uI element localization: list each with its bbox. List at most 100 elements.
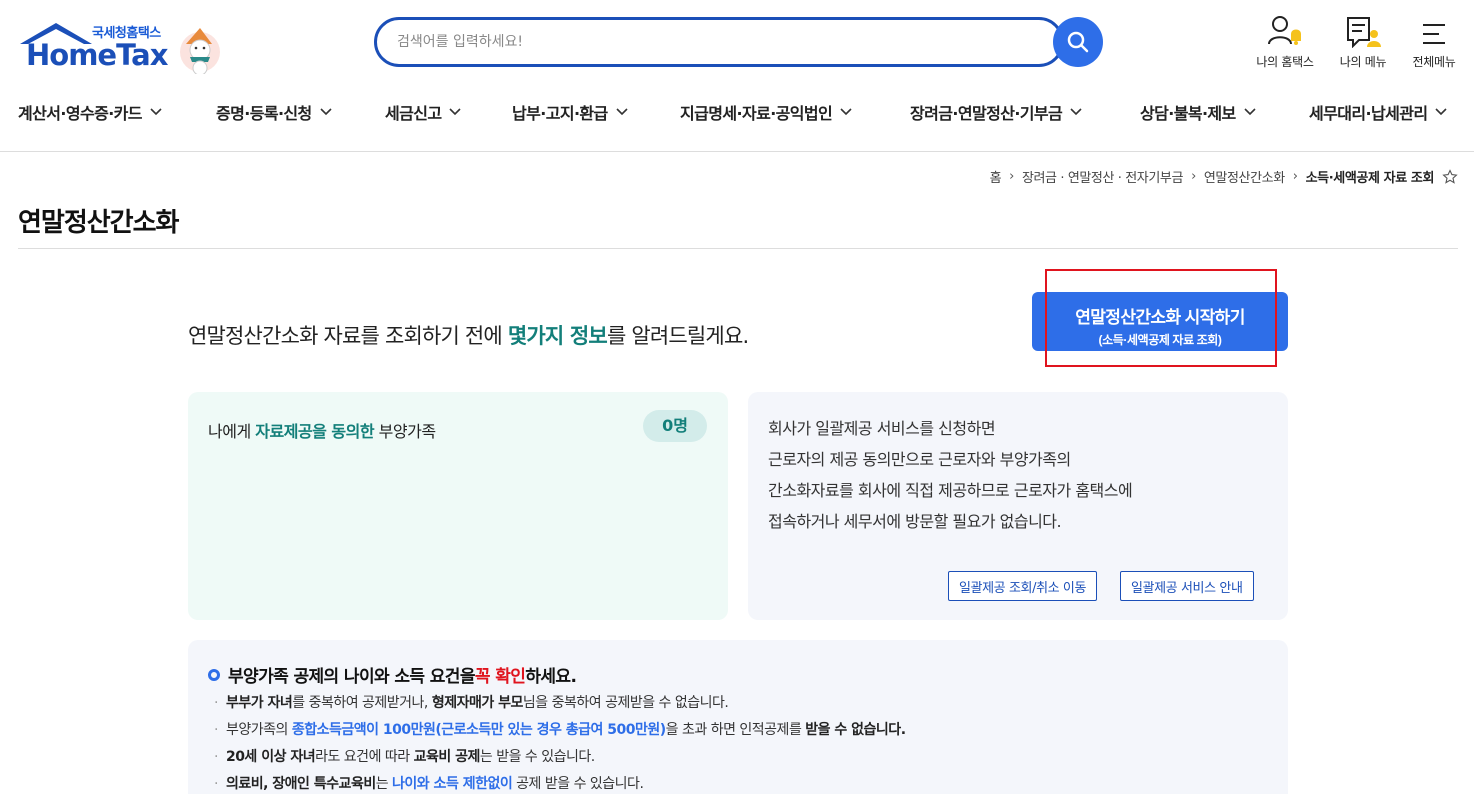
intro-text: 연말정산간소화 자료를 조회하기 전에 몇가지 정보를 알려드릴게요. xyxy=(188,320,749,350)
notice-list: 부부가 자녀를 중복하여 공제받거나, 형제자매가 부모님을 중복하여 공제받을… xyxy=(214,694,906,794)
star-icon[interactable] xyxy=(1442,168,1458,185)
notice-segment: 교육비 공제 xyxy=(413,749,481,765)
consent-family-card: 나에게 자료제공을 동의한 부양가족 0명 xyxy=(188,392,728,620)
notice-title-post: 하세요. xyxy=(525,667,577,687)
my-menu-link[interactable]: 나의 메뉴 xyxy=(1323,14,1403,70)
bulk-query-cancel-button[interactable]: 일괄제공 조회/취소 이동 xyxy=(948,571,1098,601)
gnb-label: 계산서·영수증·카드 xyxy=(18,104,143,123)
notice-segment: 는 받을 수 있습니다. xyxy=(479,749,595,765)
notice-list-item: 20세 이상 자녀라도 요건에 따라 교육비 공제는 받을 수 있습니다. xyxy=(214,748,906,775)
breadcrumb-year-end[interactable]: 장려금 · 연말정산 · 전자기부금 xyxy=(1022,167,1184,186)
breadcrumb: 홈 › 장려금 · 연말정산 · 전자기부금 › 연말정산간소화 › 소득·세액… xyxy=(990,167,1458,186)
start-button-title: 연말정산간소화 시작하기 xyxy=(1075,308,1245,327)
hometax-logo[interactable]: 국세청홈택스 HomeTax xyxy=(16,18,226,76)
search-button[interactable] xyxy=(1053,17,1103,67)
search-icon xyxy=(1067,31,1089,53)
all-menu-link[interactable]: 전체메뉴 xyxy=(1394,14,1474,70)
title-divider xyxy=(18,248,1458,249)
chevron-down-icon xyxy=(840,108,852,116)
notice-segment: 종합소득금액이 100만원(근로소득만 있는 경우 총급여 500만원) xyxy=(291,722,666,738)
consent-post: 부양가족 xyxy=(374,422,436,441)
consent-highlight: 자료제공을 동의한 xyxy=(255,422,375,441)
gnb-item-agent[interactable]: 세무대리·납세관리 xyxy=(1309,100,1448,124)
breadcrumb-separator-icon: › xyxy=(1191,169,1196,184)
notice-segment: 받을 수 없습니다. xyxy=(805,722,906,738)
gnb-item-year-end[interactable]: 장려금·연말정산·기부금 xyxy=(910,100,1082,124)
notice-list-item: 부양가족의 종합소득금액이 100만원(근로소득만 있는 경우 총급여 500만… xyxy=(214,721,906,748)
notice-segment: 나이와 소득 제한없이 xyxy=(392,776,513,792)
logo-wordmark: HomeTax xyxy=(26,38,168,72)
notice-segment: 라도 요건에 따라 xyxy=(315,749,414,765)
gnb-item-invoice[interactable]: 계산서·영수증·카드 xyxy=(18,100,162,124)
gnb-item-tax-report[interactable]: 세금신고 xyxy=(385,100,462,124)
notice-segment: 의료비, 장애인 특수교육비 xyxy=(225,776,376,792)
notice-list-item: 부부가 자녀를 중복하여 공제받거나, 형제자매가 부모님을 중복하여 공제받을… xyxy=(214,694,906,721)
consent-pre: 나에게 xyxy=(208,422,256,441)
start-simplified-button[interactable]: 연말정산간소화 시작하기 (소득·세액공제 자료 조회) xyxy=(1032,292,1288,351)
breadcrumb-separator-icon: › xyxy=(1009,169,1014,184)
consent-family-text: 나에게 자료제공을 동의한 부양가족 xyxy=(208,418,436,442)
notice-segment: 부부가 자녀 xyxy=(225,695,293,711)
notice-title-emphasis: 꼭 확인 xyxy=(474,667,526,687)
notice-segment: 부양가족의 xyxy=(225,722,292,738)
my-hometax-label: 나의 홈택스 xyxy=(1256,55,1314,69)
bulk-provision-description: 회사가 일괄제공 서비스를 신청하면 근로자의 제공 동의만으로 근로자와 부양… xyxy=(768,413,1133,537)
bulk-provision-card: 회사가 일괄제공 서비스를 신청하면 근로자의 제공 동의만으로 근로자와 부양… xyxy=(748,392,1288,620)
page-title: 연말정산간소화 xyxy=(18,208,179,238)
doc-user-icon xyxy=(1347,17,1381,48)
gnb-item-consult[interactable]: 상담·불복·제보 xyxy=(1140,100,1256,124)
circle-bullet-icon xyxy=(208,668,220,681)
bulk-service-guide-button[interactable]: 일괄제공 서비스 안내 xyxy=(1120,571,1254,601)
gnb-label: 납부·고지·환급 xyxy=(512,104,608,123)
start-button-subtitle: (소득·세액공제 자료 조회) xyxy=(1098,333,1222,347)
my-menu-label: 나의 메뉴 xyxy=(1339,55,1387,69)
intro-highlight: 몇가지 정보 xyxy=(507,324,608,348)
bulk-desc-line: 회사가 일괄제공 서비스를 신청하면 xyxy=(768,419,996,438)
intro-post: 를 알려드릴게요. xyxy=(606,324,749,348)
global-nav: 계산서·영수증·카드 증명·등록·신청 세금신고 납부·고지·환급 지급명세·자… xyxy=(0,90,1474,152)
user-bell-icon xyxy=(1268,16,1301,45)
consent-count-badge[interactable]: 0명 xyxy=(643,410,707,442)
notice-segment: 공제 받을 수 있습니다. xyxy=(512,776,644,792)
gnb-item-certificate[interactable]: 증명·등록·신청 xyxy=(216,100,332,124)
breadcrumb-current: 소득·세액공제 자료 조회 xyxy=(1305,171,1435,186)
notice-title-pre: 부양가족 공제의 나이와 소득 요건을 xyxy=(228,667,475,687)
notice-segment: 20세 이상 자녀 xyxy=(225,749,316,765)
notice-segment: 을 초과 하면 인적공제를 xyxy=(665,722,806,738)
gnb-label: 상담·불복·제보 xyxy=(1140,104,1236,123)
snowman-mascot-icon xyxy=(180,28,220,74)
notice-segment: 형제자매가 부모 xyxy=(431,695,524,711)
bulk-desc-line: 간소화자료를 회사에 직접 제공하므로 근로자가 홈택스에 xyxy=(768,481,1133,500)
notice-segment: 를 중복하여 공제받거나, xyxy=(292,695,432,711)
breadcrumb-simplified[interactable]: 연말정산간소화 xyxy=(1204,167,1285,186)
chevron-down-icon xyxy=(150,108,162,116)
search-box xyxy=(374,17,1064,67)
notice-segment: 는 xyxy=(375,776,393,792)
chevron-down-icon xyxy=(1435,108,1448,116)
bulk-desc-line: 접속하거나 세무서에 방문할 필요가 없습니다. xyxy=(768,512,1062,531)
notice-segment: 님을 중복하여 공제받을 수 없습니다. xyxy=(522,695,729,711)
my-hometax-link[interactable]: 나의 홈택스 xyxy=(1245,14,1325,70)
search-input[interactable] xyxy=(397,30,1037,54)
chevron-down-icon xyxy=(449,108,462,116)
bulk-desc-line: 근로자의 제공 동의만으로 근로자와 부양가족의 xyxy=(768,450,1071,469)
gnb-label: 세무대리·납세관리 xyxy=(1309,104,1428,123)
intro-pre: 연말정산간소화 자료를 조회하기 전에 xyxy=(188,324,508,348)
hamburger-icon xyxy=(1423,24,1445,44)
gnb-label: 세금신고 xyxy=(385,104,442,123)
chevron-down-icon xyxy=(320,108,332,116)
chevron-down-icon xyxy=(616,108,628,116)
gnb-label: 장려금·연말정산·기부금 xyxy=(910,104,1063,123)
notice-list-item: 의료비, 장애인 특수교육비는 나이와 소득 제한없이 공제 받을 수 있습니다… xyxy=(214,775,906,794)
breadcrumb-home[interactable]: 홈 xyxy=(990,167,1002,186)
breadcrumb-separator-icon: › xyxy=(1292,169,1298,184)
notice-title: 부양가족 공제의 나이와 소득 요건을 꼭 확인 하세요. xyxy=(208,662,577,687)
dependent-notice-box: 부양가족 공제의 나이와 소득 요건을 꼭 확인하세요. 부부가 자녀를 중복하… xyxy=(188,640,1288,794)
gnb-label: 증명·등록·신청 xyxy=(216,104,312,123)
gnb-item-statement[interactable]: 지급명세·자료·공익법인 xyxy=(680,100,852,124)
chevron-down-icon xyxy=(1244,108,1256,116)
gnb-item-payment[interactable]: 납부·고지·환급 xyxy=(512,100,628,124)
header: 국세청홈택스 HomeTax 나의 홈택스 xyxy=(0,0,1474,90)
all-menu-label: 전체메뉴 xyxy=(1412,55,1456,69)
chevron-down-icon xyxy=(1070,108,1082,116)
